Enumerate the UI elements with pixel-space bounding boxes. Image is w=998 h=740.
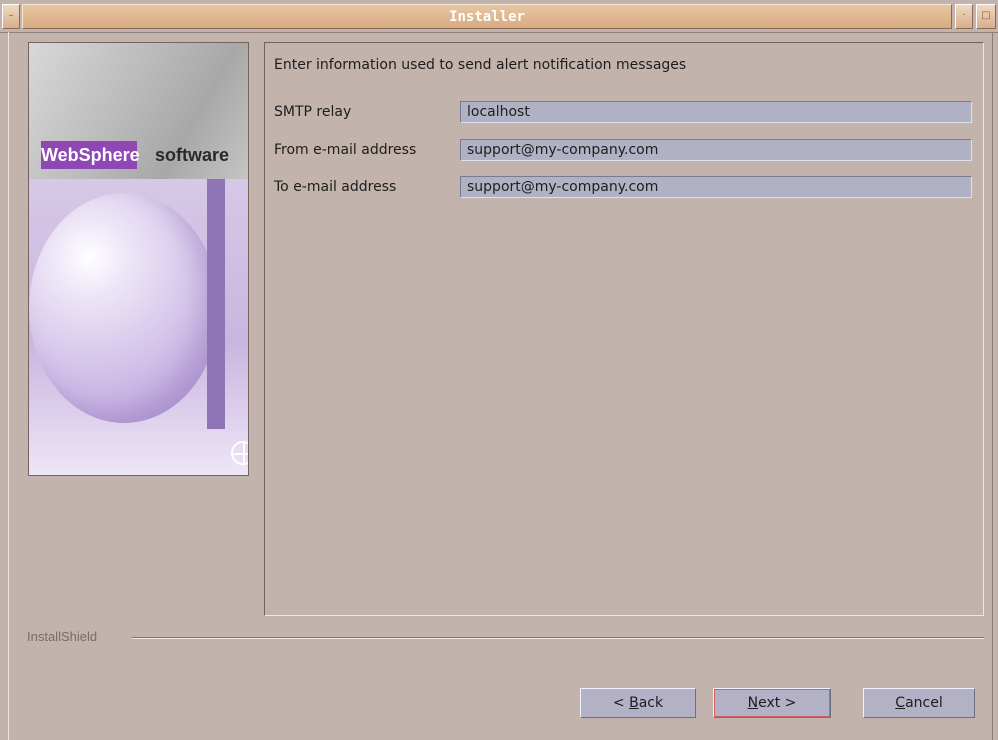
- brand-suffix: software: [155, 145, 230, 165]
- minimize-icon: ·: [962, 10, 966, 21]
- from-email-row: From e-mail address support@my-company.c…: [274, 139, 972, 161]
- cancel-button[interactable]: Cancel: [863, 688, 975, 718]
- footer-separator: [132, 637, 984, 639]
- back-button-mnemonic: B: [629, 695, 639, 711]
- cancel-button-text: ancel: [905, 695, 943, 711]
- next-button-mnemonic: N: [747, 695, 759, 711]
- smtp-relay-row: SMTP relay localhost: [274, 101, 972, 123]
- title-bar-accent: Installer: [22, 4, 952, 29]
- next-button[interactable]: Next >: [713, 688, 831, 718]
- globe-artwork: [29, 179, 248, 475]
- back-button-text: ack: [638, 695, 664, 711]
- from-email-label: From e-mail address: [274, 142, 417, 158]
- window-left-edge: [8, 32, 9, 740]
- brand-name: WebSphere: [41, 141, 140, 169]
- content-panel: [264, 42, 984, 616]
- cancel-button-mnemonic: C: [895, 695, 906, 711]
- minimize-button[interactable]: ·: [955, 4, 973, 29]
- globe-icon: [29, 193, 219, 423]
- window-title: Installer: [449, 9, 525, 25]
- maximize-icon: □: [981, 10, 991, 21]
- brand-lockup: WebSphere software: [29, 141, 248, 181]
- maximize-button[interactable]: □: [976, 4, 996, 29]
- to-email-row: To e-mail address support@my-company.com: [274, 176, 972, 198]
- window-right-edge: [992, 32, 993, 740]
- globe-ring-icon: [231, 441, 248, 465]
- to-email-input[interactable]: support@my-company.com: [460, 176, 972, 198]
- to-email-label: To e-mail address: [274, 179, 397, 195]
- from-email-input[interactable]: support@my-company.com: [460, 139, 972, 161]
- smtp-relay-label: SMTP relay: [274, 104, 352, 120]
- back-button-prefix: <: [612, 695, 630, 711]
- window-menu-button[interactable]: –: [2, 4, 20, 29]
- title-bar: – Installer · □: [0, 0, 998, 33]
- installshield-label: InstallShield: [27, 629, 98, 644]
- menu-icon: –: [8, 10, 14, 21]
- page-header: Enter information used to send alert not…: [274, 57, 687, 73]
- next-button-text: ext >: [758, 695, 797, 711]
- product-banner: WebSphere software: [28, 42, 249, 476]
- smtp-relay-input[interactable]: localhost: [460, 101, 972, 123]
- back-button[interactable]: < Back: [580, 688, 696, 718]
- decorative-stripe: [207, 179, 225, 429]
